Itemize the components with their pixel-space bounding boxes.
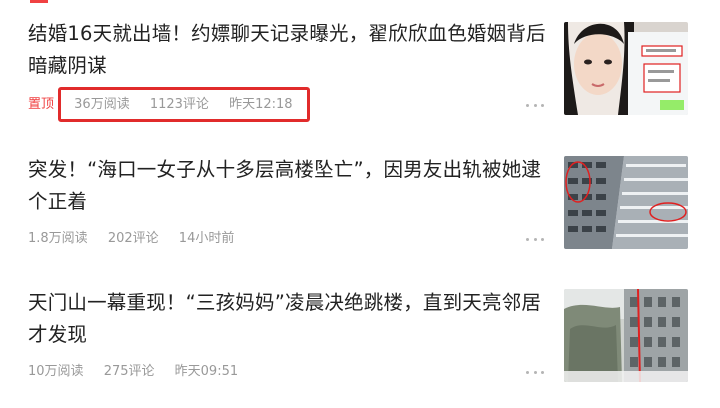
more-icon[interactable] bbox=[526, 102, 544, 108]
timestamp: 14小时前 bbox=[178, 231, 235, 246]
read-count: 10万阅读 bbox=[28, 364, 84, 379]
headline[interactable]: 天门山一幕重现！“三孩妈妈”凌晨决绝跳楼，直到天亮邻居才发现 bbox=[28, 287, 548, 351]
comment-count[interactable]: 202评论 bbox=[108, 228, 159, 250]
feed-item[interactable]: 突发！“海口一女子从十多层高楼坠亡”，因男友出轨被她逮个正着 1.8万阅读 20… bbox=[0, 136, 720, 271]
headline[interactable]: 结婚16天就出墙！约嫖聊天记录曝光，翟欣欣血色婚姻背后暗藏阴谋 bbox=[28, 18, 548, 82]
timestamp: 昨天09:51 bbox=[174, 364, 239, 379]
comment-count[interactable]: 275评论 bbox=[104, 361, 155, 383]
thumbnail-image[interactable] bbox=[564, 156, 688, 249]
pinned-badge: 置顶 bbox=[28, 97, 55, 112]
meta-row: 1.8万阅读 202评论 14小时前 bbox=[28, 228, 234, 250]
feed-item[interactable]: 结婚16天就出墙！约嫖聊天记录曝光，翟欣欣血色婚姻背后暗藏阴谋 置顶 36万阅读… bbox=[0, 0, 720, 136]
annotation-highlight-box bbox=[58, 87, 310, 122]
read-count: 1.8万阅读 bbox=[28, 231, 88, 246]
thumbnail-image[interactable] bbox=[564, 22, 688, 115]
feed-item[interactable]: 天门山一幕重现！“三孩妈妈”凌晨决绝跳楼，直到天亮邻居才发现 10万阅读 275… bbox=[0, 271, 720, 408]
more-icon[interactable] bbox=[526, 236, 544, 242]
building-facade-icon bbox=[564, 156, 688, 249]
more-icon[interactable] bbox=[526, 369, 544, 375]
apartment-building-icon bbox=[564, 289, 688, 382]
woman-portrait-icon bbox=[564, 22, 688, 115]
meta-row: 10万阅读 275评论 昨天09:51 bbox=[28, 361, 238, 383]
thumbnail-image[interactable] bbox=[564, 289, 688, 382]
headline[interactable]: 突发！“海口一女子从十多层高楼坠亡”，因男友出轨被她逮个正着 bbox=[28, 154, 548, 218]
